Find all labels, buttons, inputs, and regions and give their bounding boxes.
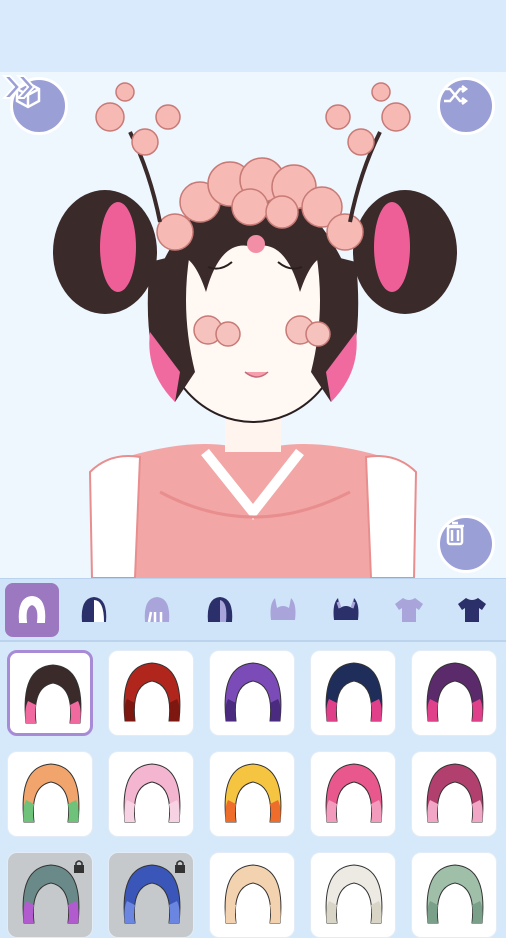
shuffle-button[interactable] bbox=[437, 77, 495, 135]
tab-hair-side[interactable] bbox=[193, 583, 247, 637]
hair-tip bbox=[23, 901, 79, 923]
hair-tip bbox=[23, 800, 79, 822]
hair-tip bbox=[124, 901, 180, 923]
hair-option[interactable] bbox=[108, 650, 194, 736]
tab-hair-bangs[interactable] bbox=[130, 583, 184, 637]
hair-tip bbox=[427, 901, 483, 923]
hair-preview-icon bbox=[24, 664, 82, 724]
hair-preview-icon bbox=[224, 864, 282, 924]
hair-tip bbox=[124, 699, 180, 721]
tab-accessory-horns[interactable] bbox=[256, 583, 310, 637]
hair-preview-icon bbox=[325, 864, 383, 924]
hair-tip bbox=[124, 800, 180, 822]
trash-icon bbox=[446, 521, 464, 546]
hair-preview-icon bbox=[426, 662, 484, 722]
hair-preview-icon bbox=[325, 662, 383, 722]
hair-option[interactable] bbox=[209, 852, 295, 938]
accessory-ears-icon bbox=[333, 598, 359, 620]
hair-tip bbox=[225, 800, 281, 822]
hair-tip bbox=[427, 699, 483, 721]
hair-tip bbox=[326, 699, 382, 721]
hair-preview-icon bbox=[224, 763, 282, 823]
hair-back-icon bbox=[81, 597, 107, 622]
hair-preview-icon bbox=[123, 763, 181, 823]
hair-option[interactable] bbox=[108, 751, 194, 837]
hair-side-icon bbox=[207, 597, 233, 622]
hair-option[interactable] bbox=[411, 852, 497, 938]
hair-preview-icon bbox=[123, 662, 181, 722]
tab-hair-back[interactable] bbox=[67, 583, 121, 637]
lock-icon bbox=[74, 860, 84, 873]
avatar-illustration bbox=[53, 82, 457, 578]
hair-tip bbox=[225, 699, 281, 721]
lock-icon bbox=[175, 860, 185, 873]
delete-button[interactable] bbox=[437, 515, 495, 573]
status-area bbox=[0, 0, 506, 72]
shirt-outline-icon bbox=[395, 598, 423, 622]
hair-preview-icon bbox=[426, 763, 484, 823]
tab-shirt-dark[interactable] bbox=[445, 583, 499, 637]
hair-preview-icon bbox=[22, 763, 80, 823]
hair-option[interactable] bbox=[310, 751, 396, 837]
tab-accessory-ears[interactable] bbox=[319, 583, 373, 637]
shuffle-icon bbox=[444, 85, 469, 105]
hair-option[interactable] bbox=[7, 650, 93, 736]
hair-tip bbox=[427, 800, 483, 822]
tab-hair-front[interactable] bbox=[5, 583, 59, 637]
hair-tip bbox=[326, 800, 382, 822]
hair-option[interactable] bbox=[209, 751, 295, 837]
double-chevron-right-icon[interactable] bbox=[0, 72, 40, 102]
hair-options-grid bbox=[0, 642, 506, 938]
hair-preview-icon bbox=[426, 864, 484, 924]
hair-option[interactable] bbox=[310, 852, 396, 938]
hair-option[interactable] bbox=[209, 650, 295, 736]
hair-option[interactable] bbox=[310, 650, 396, 736]
hair-preview-icon bbox=[224, 662, 282, 722]
hair-option[interactable] bbox=[411, 650, 497, 736]
hair-bangs-icon bbox=[144, 597, 170, 623]
hair-preview-icon bbox=[325, 763, 383, 823]
hair-tip bbox=[25, 701, 81, 723]
hair-option[interactable] bbox=[7, 751, 93, 837]
hair-tip bbox=[326, 901, 382, 923]
category-tabbar bbox=[0, 578, 506, 642]
hair-tip bbox=[225, 901, 281, 923]
hair-option[interactable] bbox=[7, 852, 93, 938]
avatar-canvas bbox=[0, 72, 506, 578]
accessory-horns-icon bbox=[270, 598, 296, 620]
hair-option[interactable] bbox=[108, 852, 194, 938]
hair-option[interactable] bbox=[411, 751, 497, 837]
tab-shirt-outline[interactable] bbox=[382, 583, 436, 637]
hair-front-icon bbox=[18, 595, 46, 623]
shirt-dark-icon bbox=[458, 598, 486, 622]
